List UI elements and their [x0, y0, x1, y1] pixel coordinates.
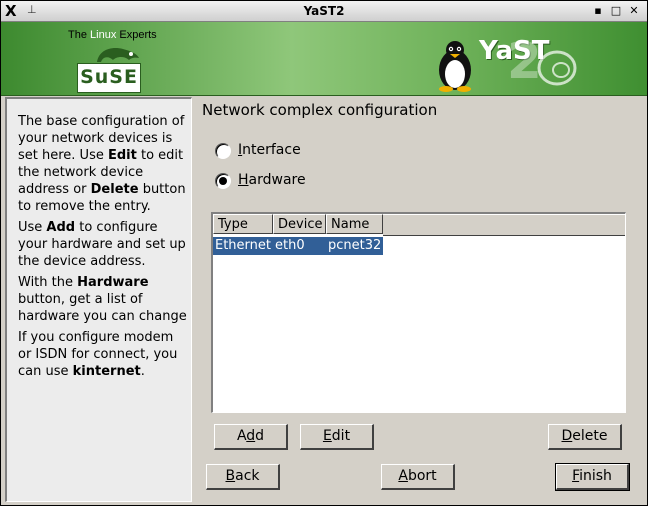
abort-button[interactable]: Abort [381, 464, 455, 490]
help-paragraph: Use Add to configure your hardware and s… [18, 219, 188, 270]
help-keyword: Delete [90, 182, 139, 197]
column-header-filler [383, 214, 625, 236]
help-keyword: Add [46, 220, 76, 235]
column-header-name[interactable]: Name [326, 214, 383, 234]
add-button[interactable]: Add [214, 424, 288, 450]
page-title: Network complex configuration [202, 101, 438, 119]
help-paragraph: The base configuration of your network d… [18, 113, 188, 215]
suse-banner: The Linux Experts SuSE YaST 2 [1, 22, 647, 96]
tagline: The Linux Experts [68, 29, 157, 41]
help-keyword: Hardware [77, 275, 149, 290]
yast2-window: X ⊥ YaST2 ▪ □ ✕ The Linux Experts SuSE Y… [0, 0, 648, 506]
yast2-swirl-icon: 2 [507, 32, 577, 90]
delete-button[interactable]: Delete [548, 424, 622, 450]
device-table[interactable]: Type Device Name Ethernet eth0 pcnet32 [211, 212, 626, 413]
help-keyword: kinternet [72, 364, 141, 379]
close-button[interactable]: ✕ [627, 4, 641, 18]
back-button[interactable]: Back [206, 464, 280, 490]
help-keyword: Edit [107, 148, 137, 163]
help-text: The base configuration of your network d… [18, 113, 188, 384]
column-header-device[interactable]: Device [273, 214, 326, 234]
radio-interface[interactable] [215, 143, 231, 159]
svg-text:2: 2 [507, 32, 542, 90]
column-header-type[interactable]: Type [213, 214, 273, 234]
help-panel: The base configuration of your network d… [5, 97, 192, 502]
help-paragraph: With the Hardware button, get a list of … [18, 274, 188, 325]
minimize-button[interactable]: ▪ [591, 4, 605, 18]
help-text-segment: . [140, 364, 145, 379]
edit-button[interactable]: Edit [300, 424, 374, 450]
help-text-segment: button, get a list of hardware you can c… [18, 292, 187, 324]
tux-penguin-icon [439, 41, 471, 92]
help-paragraph: If you configure modem or ISDN for conne… [18, 329, 188, 380]
table-cell-device: eth0 [275, 238, 305, 253]
window-title: YaST2 [303, 4, 345, 18]
help-text-segment: With the [18, 275, 78, 290]
title-bar[interactable]: X ⊥ YaST2 ▪ □ ✕ [1, 1, 647, 22]
table-cell-type: Ethernet [215, 238, 271, 253]
table-cell-name: pcnet32 [328, 238, 382, 253]
finish-button[interactable]: Finish [555, 463, 630, 491]
radio-hardware-label[interactable]: Hardware [238, 172, 306, 188]
maximize-button[interactable]: □ [609, 4, 623, 18]
suse-logo: SuSE [77, 63, 141, 93]
radio-hardware[interactable] [215, 173, 231, 189]
help-text-segment: Use [18, 220, 47, 235]
radio-selected-dot [219, 177, 227, 185]
radio-interface-label[interactable]: Interface [238, 142, 301, 158]
